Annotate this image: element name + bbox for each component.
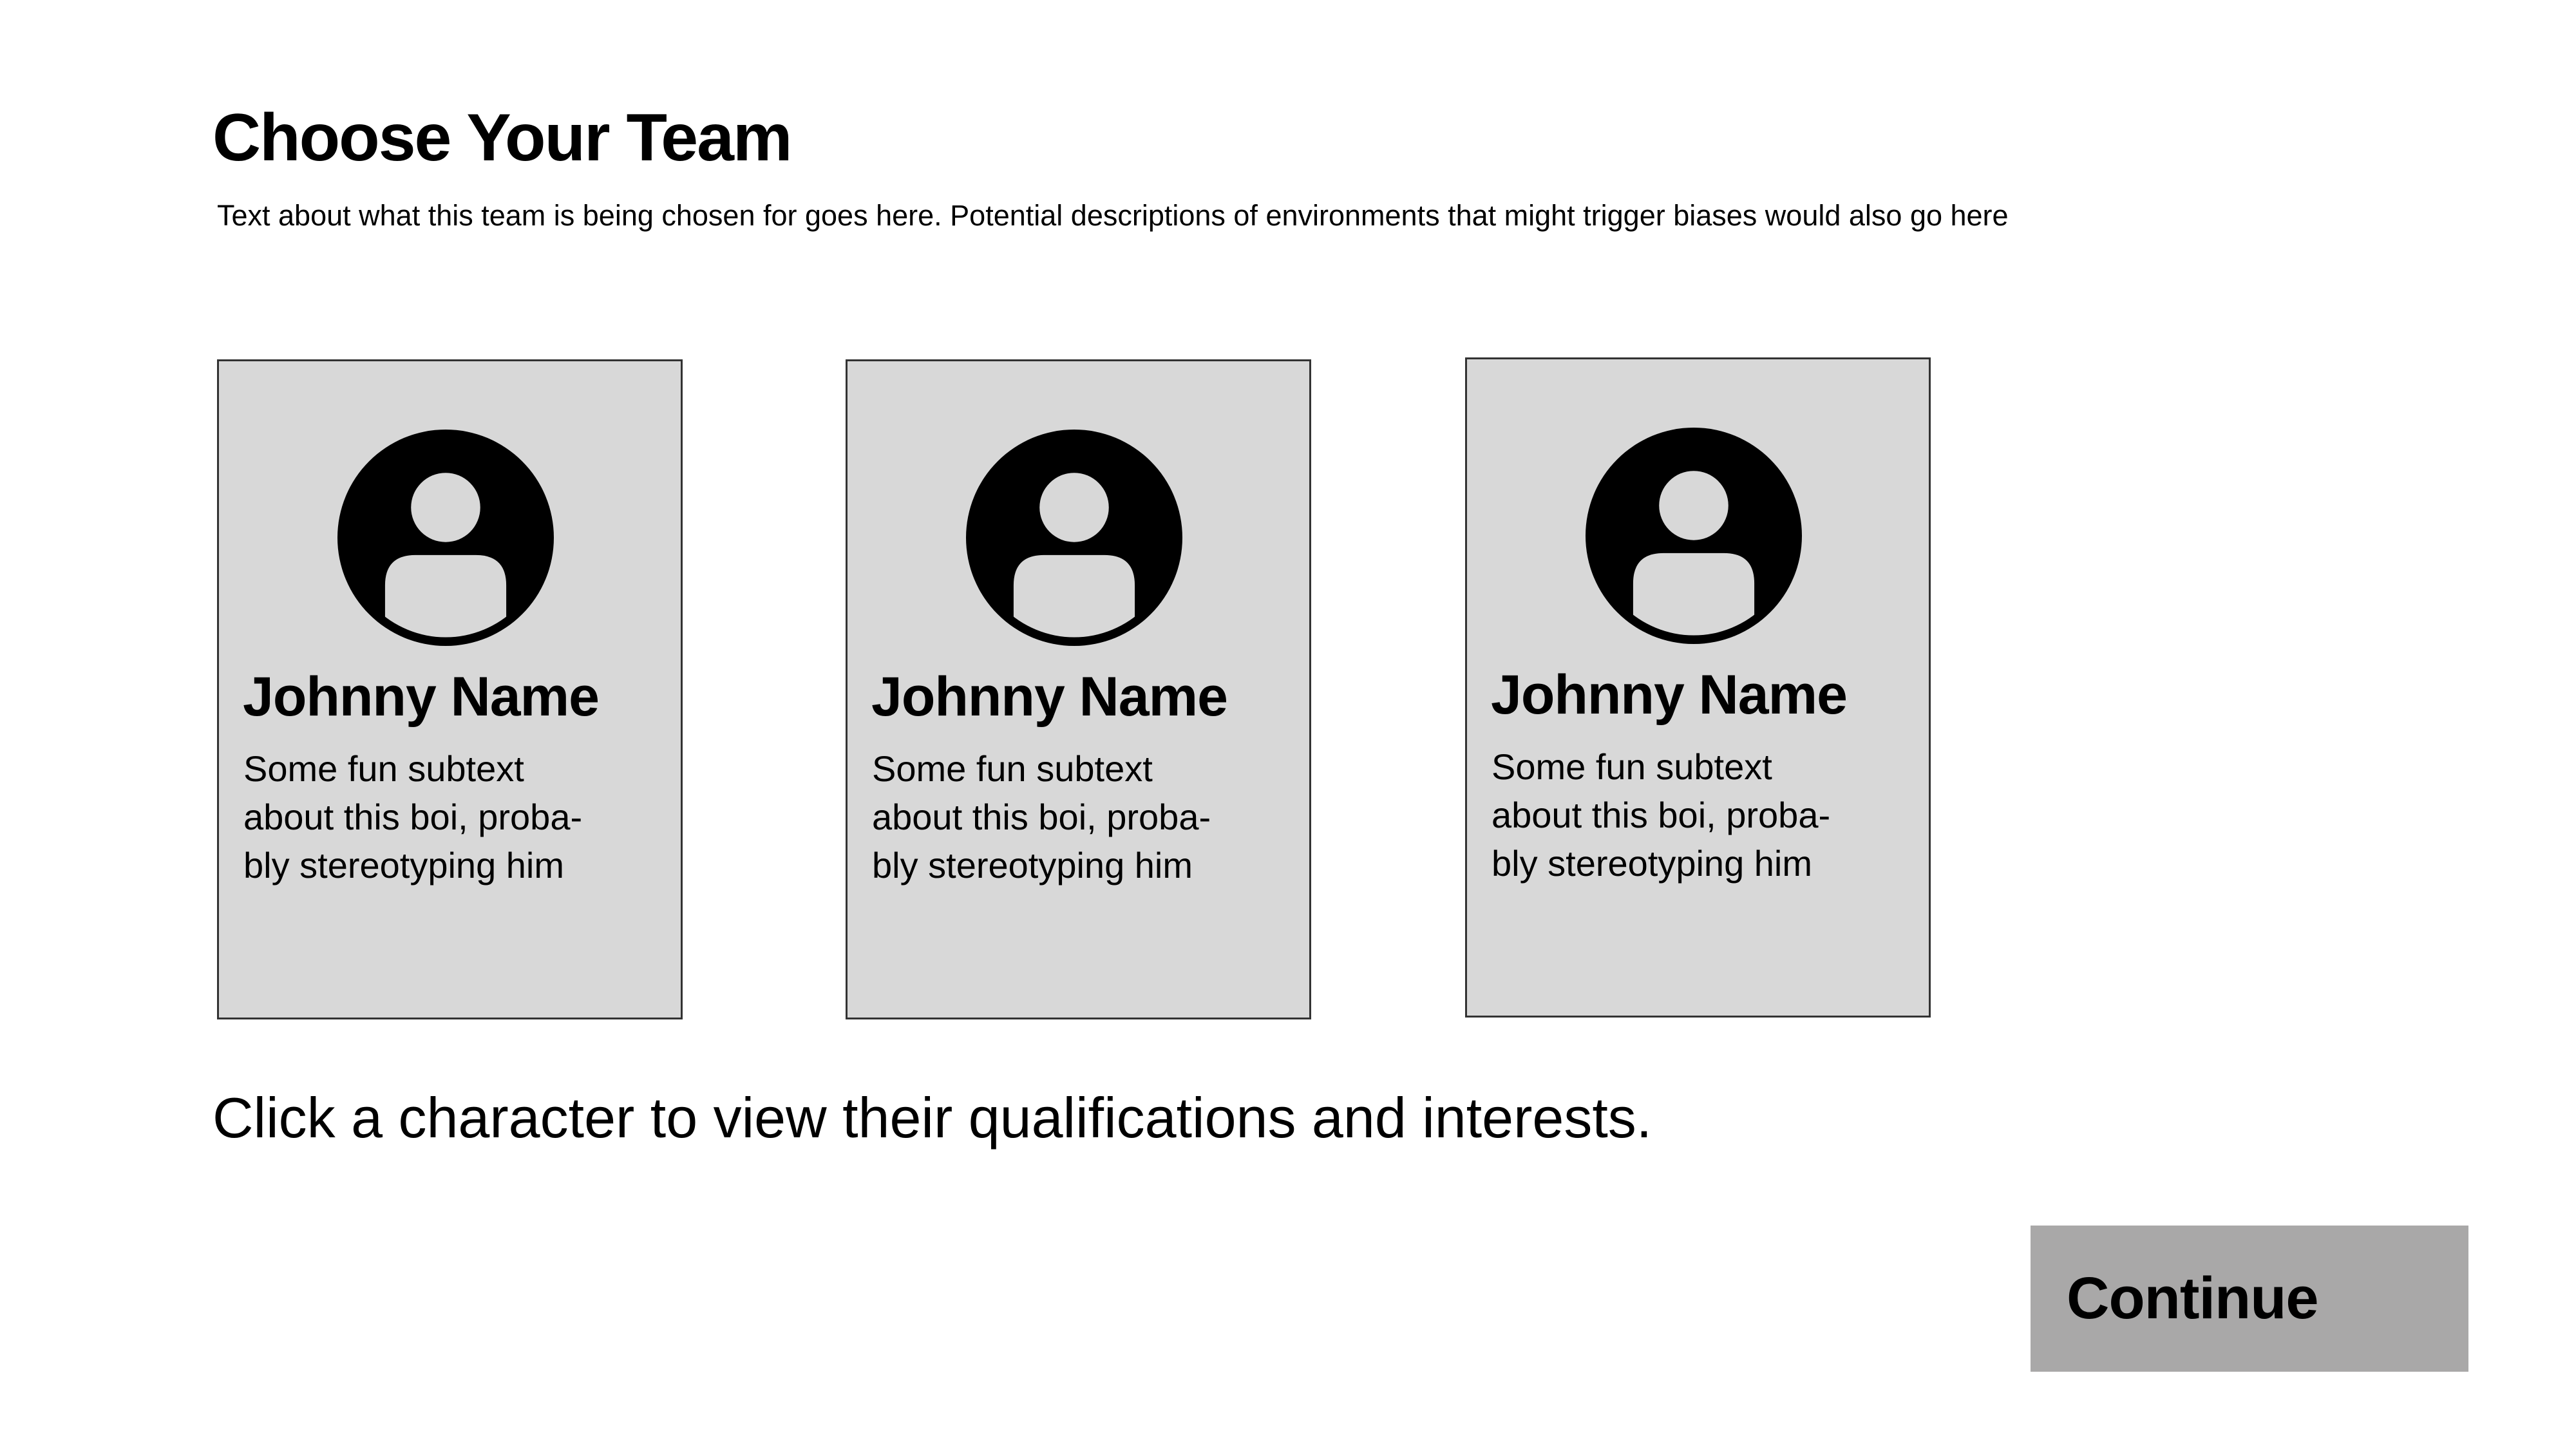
character-subtext: Some fun subtext about this boi, proba- … — [243, 744, 656, 889]
character-name: Johnny Name — [871, 666, 1228, 728]
character-card[interactable]: Johnny Name Some fun subtext about this … — [846, 359, 1311, 1019]
character-subtext: Some fun subtext about this boi, proba- … — [872, 744, 1284, 889]
character-subtext: Some fun subtext about this boi, proba- … — [1492, 743, 1904, 887]
character-name: Johnny Name — [1491, 664, 1848, 726]
continue-button-label: Continue — [2067, 1265, 2319, 1331]
subtext-line: bly stereotyping him — [1492, 843, 1813, 884]
subtext-line: Some fun subtext — [243, 748, 524, 789]
subtext-line: bly stereotyping him — [243, 845, 565, 886]
subtext-line: Some fun subtext — [1492, 746, 1772, 787]
character-card[interactable]: Johnny Name Some fun subtext about this … — [1465, 357, 1931, 1018]
subtext-line: about this boi, proba- — [243, 797, 583, 837]
character-card[interactable]: Johnny Name Some fun subtext about this … — [217, 359, 683, 1019]
page-title: Choose Your Team — [213, 100, 792, 175]
subtext-line: bly stereotyping him — [872, 845, 1193, 886]
instruction-text: Click a character to view their qualific… — [213, 1086, 1653, 1150]
subtext-line: Some fun subtext — [872, 748, 1153, 789]
user-avatar-icon — [966, 430, 1182, 646]
user-avatar-icon — [1586, 428, 1802, 644]
continue-button[interactable]: Continue — [2031, 1226, 2468, 1372]
subtext-line: about this boi, proba- — [1492, 795, 1831, 835]
character-name: Johnny Name — [243, 666, 600, 728]
user-avatar-icon — [337, 430, 554, 646]
subtext-line: about this boi, proba- — [872, 797, 1211, 837]
page-description: Text about what this team is being chose… — [217, 199, 2009, 232]
